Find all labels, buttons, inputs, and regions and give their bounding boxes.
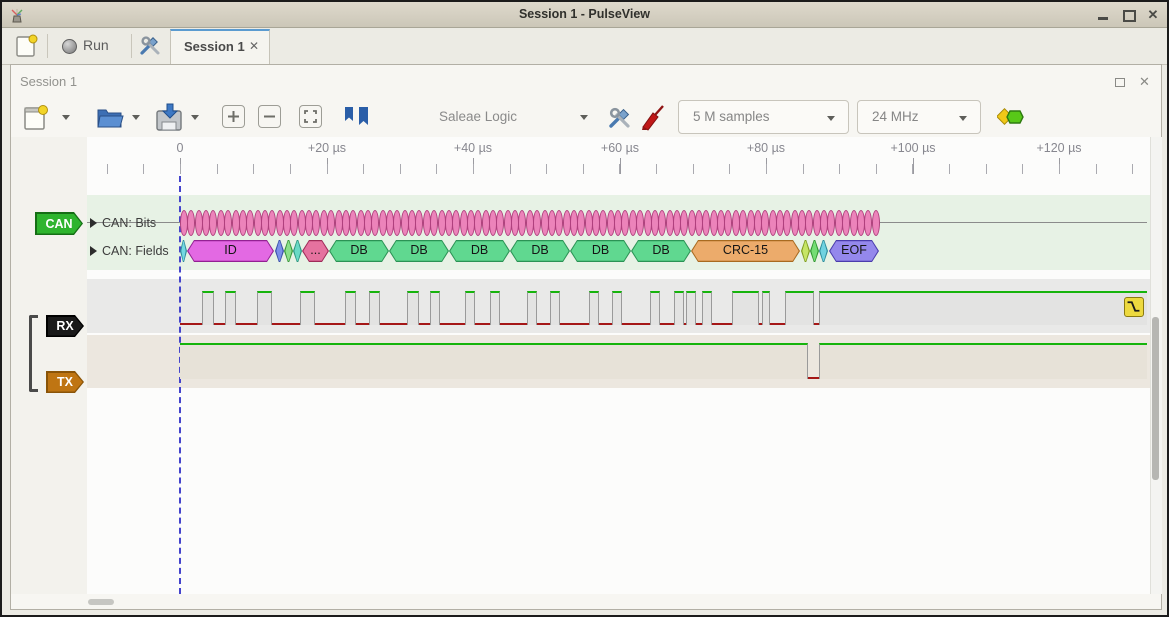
decoder-tag-can[interactable]: CAN (35, 212, 83, 235)
sample-count-caret (827, 116, 835, 121)
dock-title: Session 1 (20, 74, 77, 89)
dock-close-button[interactable]: ✕ (1139, 74, 1150, 90)
zoom-out-button[interactable] (258, 105, 281, 128)
titlebar: Session 1 - PulseView ✕ (2, 2, 1167, 28)
decoder-tag-can-label: CAN (37, 214, 82, 234)
plus-icon (223, 106, 244, 127)
tab-close-icon[interactable]: ✕ (249, 39, 259, 53)
channels-probe-icon[interactable] (640, 103, 666, 132)
settings-wrench-icon[interactable] (138, 33, 162, 57)
run-label: Run (83, 37, 109, 53)
add-decoder-icon[interactable] (997, 107, 1025, 127)
tab-label: Session 1 (184, 39, 245, 54)
minimize-button[interactable] (1092, 2, 1114, 27)
channel-group-bracket (29, 315, 38, 392)
row-label-can-bits[interactable]: CAN: Bits (102, 216, 156, 230)
row-expander-fields[interactable] (90, 246, 97, 256)
minimize-icon (1098, 17, 1108, 20)
run-button[interactable]: Run (54, 30, 124, 60)
device-selector[interactable]: Saleae Logic (439, 109, 517, 124)
toolbar-separator (131, 34, 132, 58)
save-file-icon[interactable] (154, 103, 184, 132)
new-session-icon[interactable] (14, 33, 40, 59)
zoom-fit-button[interactable] (299, 105, 322, 128)
show-cursors-flags-icon[interactable] (342, 105, 372, 131)
signal-tag-tx-label: TX (48, 373, 83, 392)
fit-corners-icon (300, 106, 321, 127)
zoom-in-button[interactable] (222, 105, 245, 128)
sample-count-value: 5 M samples (693, 109, 770, 124)
configure-device-icon[interactable] (606, 104, 633, 131)
device-dropdown-caret[interactable] (580, 115, 588, 120)
trace-view[interactable] (11, 137, 1150, 594)
sample-count-combobox[interactable]: 5 M samples (678, 100, 849, 134)
close-button[interactable]: ✕ (1142, 2, 1164, 27)
new-file-dropdown-caret[interactable] (62, 115, 70, 120)
sample-rate-caret (959, 116, 967, 121)
sample-rate-combobox[interactable]: 24 MHz (857, 100, 981, 134)
pulseview-window: Session 1 - PulseView ✕ Run Session 1 ✕ … (0, 0, 1169, 617)
open-file-icon[interactable] (95, 104, 125, 130)
save-file-dropdown-caret[interactable] (191, 115, 199, 120)
open-file-dropdown-caret[interactable] (132, 115, 140, 120)
run-state-icon (62, 39, 77, 54)
window-title: Session 1 - PulseView (2, 7, 1167, 21)
maximize-icon (1123, 10, 1136, 22)
dock-float-button[interactable] (1115, 74, 1129, 88)
horizontal-scrollbar-handle[interactable] (88, 599, 114, 605)
minus-icon (259, 106, 280, 127)
toolbar-separator (47, 34, 48, 58)
new-file-icon[interactable] (22, 104, 50, 132)
tab-session-1[interactable]: Session 1 ✕ (170, 29, 270, 64)
sample-rate-value: 24 MHz (872, 109, 919, 124)
maximize-button[interactable] (1117, 2, 1139, 27)
signal-tag-rx-label: RX (48, 317, 83, 336)
label-gutter (11, 137, 87, 594)
row-expander-bits[interactable] (90, 218, 97, 228)
row-label-can-fields[interactable]: CAN: Fields (102, 244, 169, 258)
float-icon (1115, 78, 1125, 87)
vertical-scrollbar-handle[interactable] (1152, 317, 1159, 480)
